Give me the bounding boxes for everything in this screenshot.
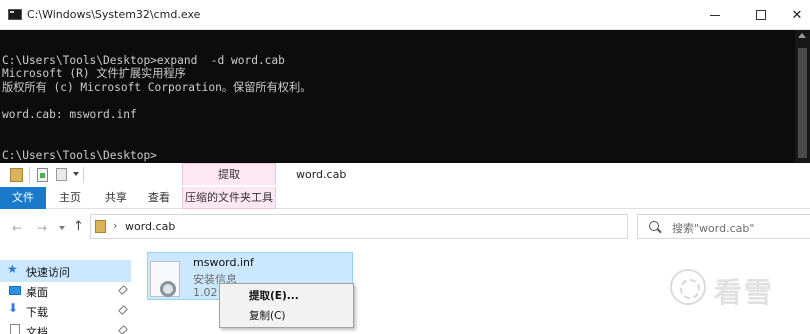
file-name: msword.inf — [193, 256, 254, 269]
back-arrow-icon[interactable]: ← — [12, 221, 22, 235]
explorer-window-title: word.cab — [296, 168, 347, 181]
scrollbar-thumb[interactable] — [798, 48, 807, 158]
document-icon — [10, 324, 20, 334]
search-icon — [649, 221, 659, 231]
minimize-button[interactable] — [692, 0, 738, 30]
up-arrow-icon[interactable]: ↑ — [73, 219, 84, 234]
navigation-bar: ← → ↑ › word.cab ↻ 搜索"word.cab" — [0, 212, 810, 244]
console-scrollbar[interactable] — [795, 30, 810, 163]
sidebar-item-label: 文档 — [26, 326, 48, 334]
toolbar-divider — [83, 167, 84, 183]
close-icon: ✕ — [791, 7, 803, 23]
sidebar-item-label: 下载 — [26, 306, 48, 319]
sidebar-item-label: 桌面 — [26, 286, 48, 299]
scroll-up-icon[interactable] — [798, 33, 806, 38]
tab-view[interactable]: 查看 — [139, 187, 179, 209]
tab-share[interactable]: 共享 — [93, 187, 139, 209]
pin-icon[interactable] — [118, 285, 128, 295]
sidebar-item-desktop[interactable]: 桌面 — [0, 280, 131, 302]
watermark-logo-icon — [670, 269, 706, 305]
cmd-titlebar[interactable]: C:\Windows\System32\cmd.exe ✕ — [0, 0, 810, 30]
breadcrumb-separator-icon[interactable]: › — [113, 219, 117, 232]
chevron-down-icon[interactable] — [73, 172, 79, 176]
search-placeholder: 搜索"word.cab" — [672, 222, 755, 235]
search-input[interactable]: 搜索"word.cab" — [637, 214, 810, 239]
close-button[interactable]: ✕ — [784, 0, 810, 30]
gear-icon — [160, 281, 176, 297]
context-menu: 提取(E)... 复制(C) — [219, 283, 354, 328]
console-output[interactable]: C:\Users\Tools\Desktop>expand -d word.ca… — [2, 40, 792, 162]
forward-arrow-icon[interactable]: → — [37, 221, 47, 235]
tab-home[interactable]: 主页 — [47, 187, 93, 209]
pin-icon[interactable] — [118, 325, 128, 334]
toolbar-divider — [29, 167, 30, 183]
breadcrumb[interactable]: word.cab — [125, 220, 175, 233]
tab-compressed-folder-tools[interactable]: 压缩的文件夹工具 — [182, 187, 276, 209]
properties-icon[interactable] — [37, 168, 48, 182]
ribbon-tabs: 文件 主页 共享 查看 压缩的文件夹工具 — [0, 187, 810, 209]
recent-locations-icon[interactable] — [59, 226, 65, 230]
watermark: 看雪 — [670, 267, 790, 317]
console-icon — [8, 9, 22, 20]
download-icon: ⬇ — [8, 301, 19, 315]
file-explorer-window: 提取 word.cab 文件 主页 共享 查看 压缩的文件夹工具 ← → ↑ ›… — [0, 163, 810, 334]
address-bar[interactable]: › word.cab ↻ — [90, 214, 712, 239]
tab-file[interactable]: 文件 — [0, 187, 46, 209]
minimize-icon — [710, 14, 720, 16]
cmd-window: C:\Windows\System32\cmd.exe ✕ C:\Users\T… — [0, 0, 810, 163]
menu-item-extract[interactable]: 提取(E)... — [221, 286, 352, 306]
zip-folder-icon — [10, 168, 23, 182]
sidebar-item-quick-access[interactable]: ★ 快速访问 — [0, 260, 131, 282]
maximize-icon — [756, 10, 766, 20]
menu-item-copy[interactable]: 复制(C) — [221, 306, 352, 326]
quick-access-toolbar: 提取 word.cab — [0, 163, 810, 187]
new-folder-icon[interactable] — [56, 168, 67, 181]
zip-folder-icon — [95, 220, 106, 233]
star-icon: ★ — [7, 262, 18, 276]
sidebar-item-documents[interactable]: 文档 — [0, 320, 131, 334]
pin-icon[interactable] — [118, 305, 128, 315]
cmd-window-title: C:\Windows\System32\cmd.exe — [27, 8, 201, 21]
watermark-text: 看雪 — [714, 276, 775, 309]
inf-file-icon — [150, 261, 180, 297]
sidebar-item-downloads[interactable]: ⬇ 下载 — [0, 300, 131, 322]
maximize-button[interactable] — [738, 0, 784, 30]
desktop-icon — [9, 286, 21, 295]
sidebar-item-label: 快速访问 — [26, 266, 70, 279]
navigation-pane: ★ 快速访问 桌面 ⬇ 下载 文档 — [0, 253, 140, 334]
context-tab-group-extract[interactable]: 提取 — [182, 163, 276, 185]
